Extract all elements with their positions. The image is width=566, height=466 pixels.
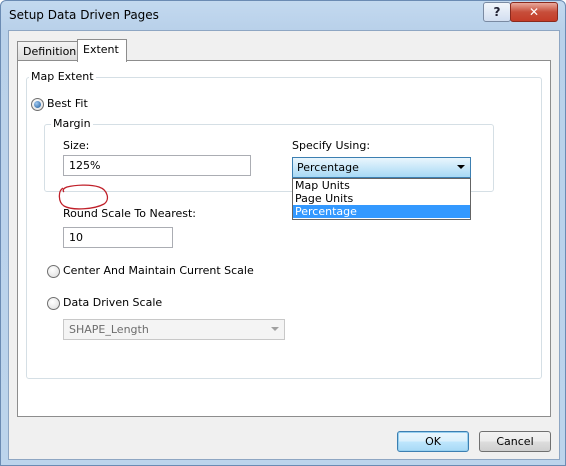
option-page-units[interactable]: Page Units — [293, 192, 470, 205]
specify-using-value: Percentage — [297, 161, 359, 174]
tab-definition[interactable]: Definition — [17, 41, 81, 61]
data-driven-scale-label[interactable]: Data Driven Scale — [63, 296, 162, 309]
dialog-window: Setup Data Driven Pages ? ✕ Definition E… — [0, 0, 566, 466]
map-extent-label: Map Extent — [29, 70, 96, 83]
chevron-down-icon — [271, 327, 279, 331]
center-scale-label[interactable]: Center And Maintain Current Scale — [63, 264, 254, 277]
close-button[interactable]: ✕ — [510, 2, 558, 22]
specify-using-label: Specify Using: — [292, 139, 371, 152]
size-input[interactable]: 125% — [63, 155, 251, 176]
annotation-circle — [58, 184, 109, 210]
cancel-button[interactable]: Cancel — [479, 431, 551, 452]
tab-extent[interactable]: Extent — [77, 39, 127, 62]
center-scale-radio[interactable] — [47, 265, 60, 278]
best-fit-label[interactable]: Best Fit — [47, 97, 88, 110]
option-percentage[interactable]: Percentage — [293, 205, 470, 218]
window-title: Setup Data Driven Pages — [9, 8, 159, 22]
scale-field-value: SHAPE_Length — [69, 323, 149, 336]
ok-button[interactable]: OK — [397, 431, 469, 452]
dialog-client: Definition Extent Map Extent Best Fit Ma… — [8, 30, 560, 460]
margin-label: Margin — [51, 117, 93, 130]
round-scale-input[interactable]: 10 — [63, 227, 173, 248]
specify-using-dropdown: Map Units Page Units Percentage — [292, 178, 471, 220]
size-label: Size: — [63, 139, 90, 152]
best-fit-radio[interactable] — [31, 98, 44, 111]
specify-using-select[interactable]: Percentage — [292, 157, 471, 178]
scale-field-select[interactable]: SHAPE_Length — [63, 319, 285, 340]
data-driven-scale-radio[interactable] — [47, 297, 60, 310]
option-map-units[interactable]: Map Units — [293, 179, 470, 192]
chevron-down-icon — [457, 165, 465, 169]
help-button[interactable]: ? — [483, 2, 511, 22]
title-bar: Setup Data Driven Pages ? ✕ — [1, 1, 565, 31]
extent-panel: Map Extent Best Fit Margin Size: 125% Sp… — [17, 60, 551, 417]
